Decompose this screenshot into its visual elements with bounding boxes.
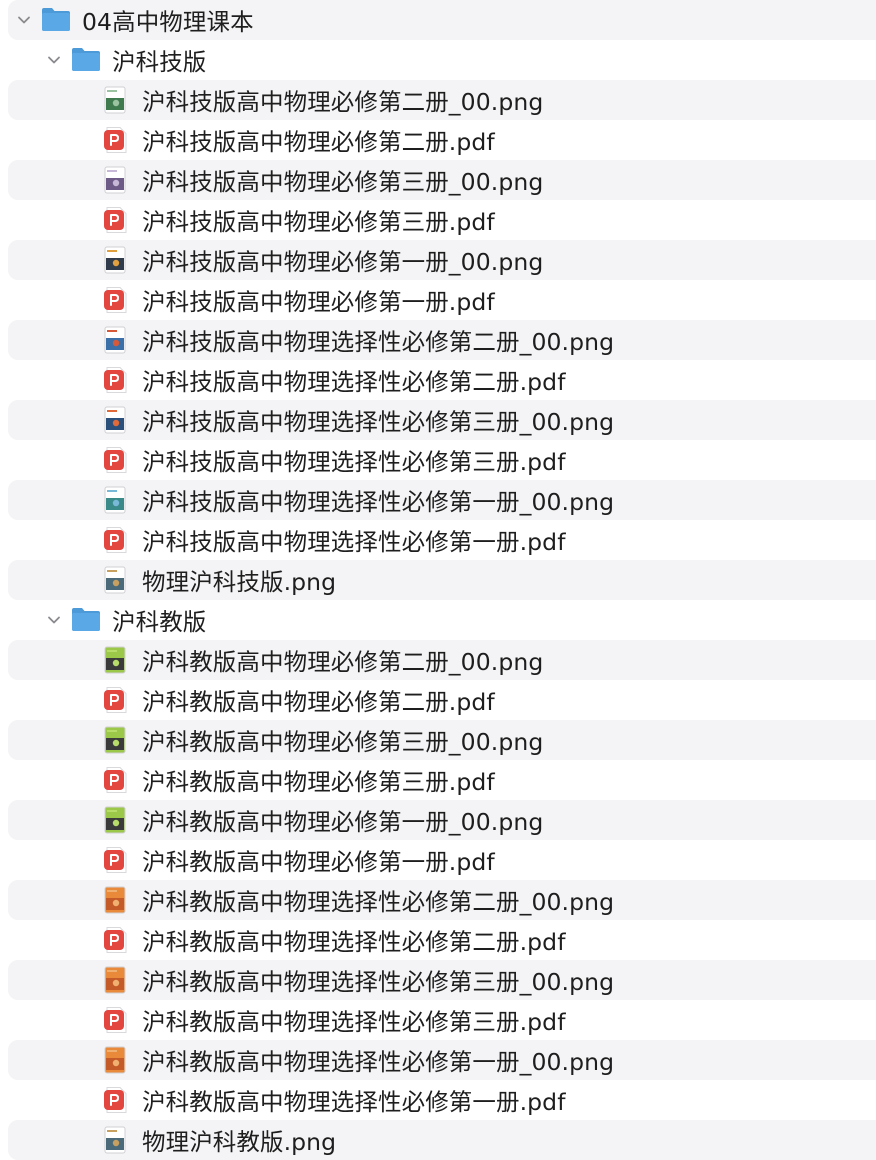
item-name: 沪科技版高中物理必修第一册_00.png: [142, 248, 544, 276]
item-name: 物理沪科技版.png: [142, 568, 337, 596]
item-name: 沪科技版高中物理选择性必修第三册_00.png: [142, 408, 615, 436]
file-tree: 04高中物理课本沪科技版沪科技版高中物理必修第二册_00.png 沪科技版高中物理…: [0, 0, 876, 1160]
item-name: 沪科技版高中物理必修第三册_00.png: [142, 168, 544, 196]
item-name: 沪科技版高中物理必修第二册.pdf: [142, 128, 495, 156]
image-thumbnail-icon: [104, 486, 126, 518]
disclosure-chevron-icon[interactable]: [47, 613, 61, 627]
file-row[interactable]: 沪科技版高中物理选择性必修第一册_00.png: [0, 480, 876, 520]
file-row[interactable]: 沪科技版高中物理必修第一册_00.png: [0, 240, 876, 280]
pdf-icon: [104, 1086, 128, 1118]
item-name: 沪科教版高中物理选择性必修第三册_00.png: [142, 968, 615, 996]
file-row[interactable]: 沪科教版高中物理必修第三册_00.png: [0, 720, 876, 760]
pdf-icon: [104, 126, 128, 158]
image-thumbnail-icon: [104, 406, 126, 438]
file-row[interactable]: 物理沪科技版.png: [0, 560, 876, 600]
file-row[interactable]: 物理沪科教版.png: [0, 1120, 876, 1160]
pdf-icon: [104, 1006, 128, 1038]
file-row[interactable]: 沪科教版高中物理必修第二册_00.png: [0, 640, 876, 680]
image-thumbnail-icon: [104, 726, 126, 758]
item-name: 沪科教版高中物理必修第三册_00.png: [142, 728, 544, 756]
file-row[interactable]: 沪科教版高中物理选择性必修第二册.pdf: [0, 920, 876, 960]
pdf-icon: [104, 846, 128, 878]
item-name: 物理沪科教版.png: [142, 1128, 337, 1156]
file-row[interactable]: 沪科教版高中物理必修第一册.pdf: [0, 840, 876, 880]
item-name: 沪科技版高中物理选择性必修第二册_00.png: [142, 328, 615, 356]
item-name: 沪科教版高中物理选择性必修第二册_00.png: [142, 888, 615, 916]
file-row[interactable]: 沪科技版高中物理选择性必修第二册.pdf: [0, 360, 876, 400]
folder-row[interactable]: 沪科技版: [0, 40, 876, 80]
file-row[interactable]: 沪科技版高中物理必修第二册.pdf: [0, 120, 876, 160]
item-name: 沪科技版高中物理选择性必修第一册.pdf: [142, 528, 566, 556]
item-name: 沪科技版高中物理必修第三册.pdf: [142, 208, 495, 236]
item-name: 沪科技版高中物理选择性必修第三册.pdf: [142, 448, 566, 476]
disclosure-chevron-icon[interactable]: [47, 53, 61, 67]
pdf-icon: [104, 926, 128, 958]
file-row[interactable]: 沪科技版高中物理必修第三册.pdf: [0, 200, 876, 240]
image-thumbnail-icon: [104, 966, 126, 998]
folder-icon: [70, 605, 102, 637]
file-row[interactable]: 沪科教版高中物理选择性必修第一册.pdf: [0, 1080, 876, 1120]
file-row[interactable]: 沪科技版高中物理必修第二册_00.png: [0, 80, 876, 120]
disclosure-chevron-icon[interactable]: [17, 13, 31, 27]
folder-icon: [70, 45, 102, 77]
image-thumbnail-icon: [104, 166, 126, 198]
pdf-icon: [104, 206, 128, 238]
pdf-icon: [104, 526, 128, 558]
item-name: 沪科教版高中物理必修第二册_00.png: [142, 648, 544, 676]
image-thumbnail-icon: [104, 566, 126, 598]
file-row[interactable]: 沪科教版高中物理选择性必修第三册_00.png: [0, 960, 876, 1000]
pdf-icon: [104, 366, 128, 398]
file-row[interactable]: 沪科技版高中物理选择性必修第二册_00.png: [0, 320, 876, 360]
file-row[interactable]: 沪科技版高中物理选择性必修第三册.pdf: [0, 440, 876, 480]
item-name: 沪科教版高中物理必修第二册.pdf: [142, 688, 495, 716]
folder-row[interactable]: 沪科教版: [0, 600, 876, 640]
pdf-icon: [104, 286, 128, 318]
pdf-icon: [104, 686, 128, 718]
file-row[interactable]: 沪科教版高中物理必修第三册.pdf: [0, 760, 876, 800]
item-name: 沪科技版高中物理选择性必修第一册_00.png: [142, 488, 615, 516]
file-row[interactable]: 沪科教版高中物理选择性必修第二册_00.png: [0, 880, 876, 920]
file-row[interactable]: 沪科技版高中物理选择性必修第三册_00.png: [0, 400, 876, 440]
folder-row[interactable]: 04高中物理课本: [0, 0, 876, 40]
item-name: 沪科技版: [112, 48, 207, 76]
file-row[interactable]: 沪科教版高中物理必修第二册.pdf: [0, 680, 876, 720]
item-name: 沪科教版高中物理选择性必修第二册.pdf: [142, 928, 566, 956]
image-thumbnail-icon: [104, 806, 126, 838]
item-name: 沪科教版高中物理必修第三册.pdf: [142, 768, 495, 796]
file-row[interactable]: 沪科教版高中物理选择性必修第三册.pdf: [0, 1000, 876, 1040]
file-row[interactable]: 沪科技版高中物理必修第三册_00.png: [0, 160, 876, 200]
file-row[interactable]: 沪科教版高中物理选择性必修第一册_00.png: [0, 1040, 876, 1080]
pdf-icon: [104, 446, 128, 478]
image-thumbnail-icon: [104, 646, 126, 678]
file-row[interactable]: 沪科技版高中物理必修第一册.pdf: [0, 280, 876, 320]
item-name: 沪科技版高中物理选择性必修第二册.pdf: [142, 368, 566, 396]
image-thumbnail-icon: [104, 1126, 126, 1158]
item-name: 沪科教版高中物理选择性必修第一册.pdf: [142, 1088, 566, 1116]
file-row[interactable]: 沪科教版高中物理必修第一册_00.png: [0, 800, 876, 840]
folder-icon: [40, 5, 72, 37]
image-thumbnail-icon: [104, 326, 126, 358]
image-thumbnail-icon: [104, 246, 126, 278]
image-thumbnail-icon: [104, 86, 126, 118]
pdf-icon: [104, 766, 128, 798]
item-name: 沪科教版: [112, 608, 207, 636]
item-name: 沪科技版高中物理必修第一册.pdf: [142, 288, 495, 316]
item-name: 沪科教版高中物理必修第一册.pdf: [142, 848, 495, 876]
item-name: 沪科教版高中物理选择性必修第一册_00.png: [142, 1048, 615, 1076]
image-thumbnail-icon: [104, 886, 126, 918]
image-thumbnail-icon: [104, 1046, 126, 1078]
item-name: 沪科教版高中物理选择性必修第三册.pdf: [142, 1008, 566, 1036]
item-name: 04高中物理课本: [82, 8, 254, 36]
file-row[interactable]: 沪科技版高中物理选择性必修第一册.pdf: [0, 520, 876, 560]
item-name: 沪科教版高中物理必修第一册_00.png: [142, 808, 544, 836]
item-name: 沪科技版高中物理必修第二册_00.png: [142, 88, 544, 116]
